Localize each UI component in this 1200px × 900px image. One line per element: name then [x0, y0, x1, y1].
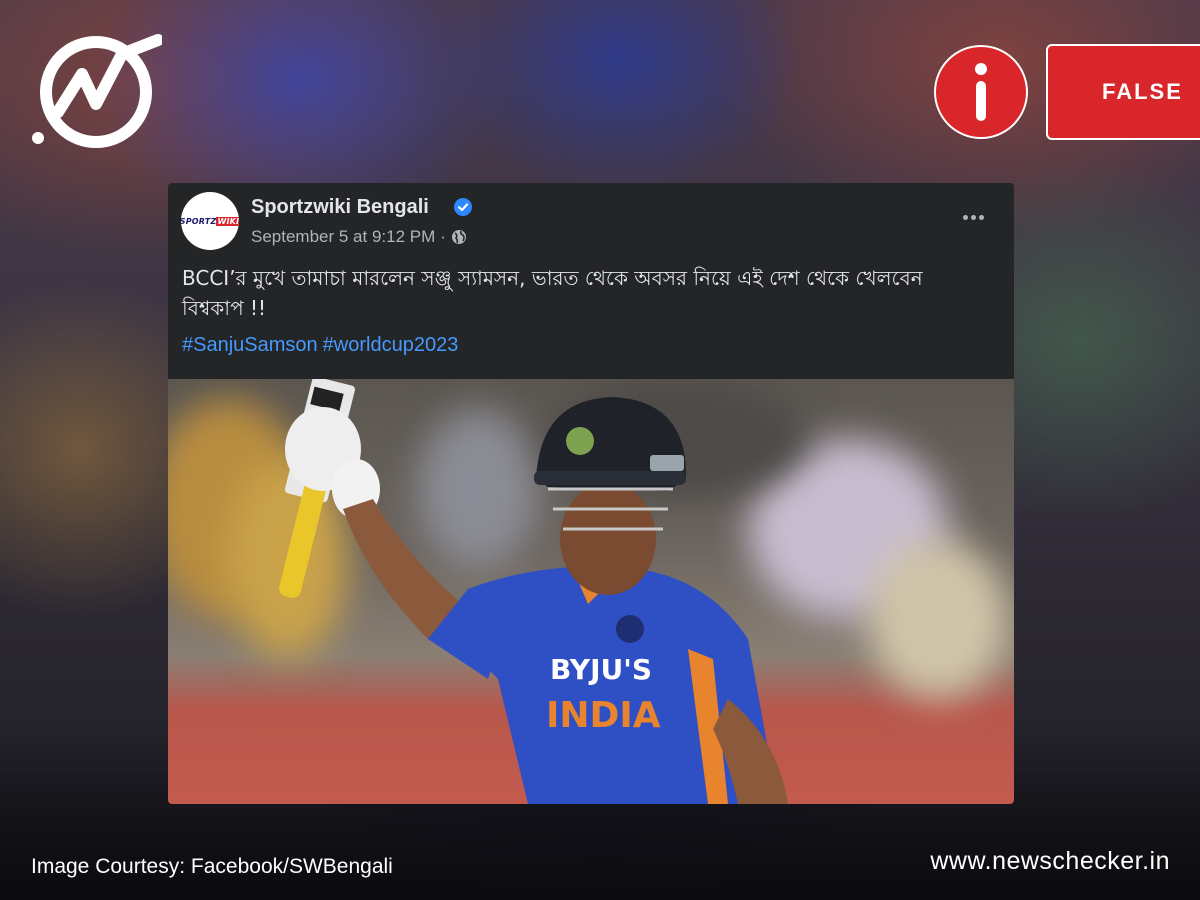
hashtag-link[interactable]: #SanjuSamson — [182, 334, 318, 356]
hashtags: #SanjuSamson #worldcup2023 — [182, 334, 463, 357]
post-caption: BCCI’র মুখে তামাচা মারলেন সঞ্জু স্যামসন,… — [182, 266, 923, 320]
post-meta: September 5 at 9:12 PM · — [251, 227, 467, 247]
verified-badge-icon — [454, 198, 472, 216]
jersey-country: INDIA — [546, 695, 661, 736]
page-name-link[interactable]: Sportzwiki Bengali — [251, 196, 429, 219]
info-icon — [934, 45, 1028, 139]
avatar-logo-text: SPORTZWIKI — [181, 216, 239, 226]
facebook-post-card: SPORTZWIKI Sportzwiki Bengali September … — [168, 183, 1014, 804]
more-options-icon[interactable] — [958, 207, 988, 227]
cricketer-illustration: BYJU'S INDIA — [279, 379, 788, 804]
post-timestamp-link[interactable]: September 5 at 9:12 PM — [251, 227, 435, 247]
meta-separator: · — [440, 227, 446, 246]
verdict-false-badge: FALSE — [1046, 44, 1200, 140]
newschecker-logo-icon — [30, 32, 164, 152]
post-photo[interactable]: BYJU'S INDIA — [168, 379, 1014, 804]
jersey-sponsor: BYJU'S — [550, 653, 652, 686]
page-avatar[interactable]: SPORTZWIKI — [181, 192, 239, 250]
hashtag-link[interactable]: #worldcup2023 — [323, 334, 459, 356]
site-url[interactable]: www.newschecker.in — [930, 847, 1170, 876]
globe-icon — [451, 230, 466, 244]
image-courtesy: Image Courtesy: Facebook/SWBengali — [31, 855, 393, 878]
verdict-label: FALSE — [1102, 79, 1183, 104]
